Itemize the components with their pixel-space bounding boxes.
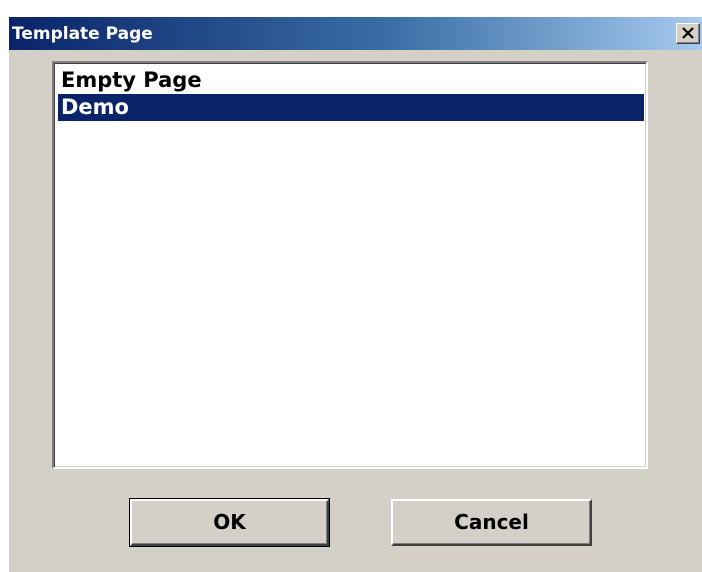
template-listbox[interactable]: Empty Page Demo <box>52 61 648 469</box>
template-list: Empty Page Demo <box>58 67 644 121</box>
title-bar[interactable]: Template Page <box>9 17 702 50</box>
list-item-demo[interactable]: Demo <box>58 94 644 121</box>
ok-button[interactable]: OK <box>129 498 330 547</box>
window-title: Template Page <box>12 24 153 44</box>
template-page-dialog: Template Page Empty Page Demo OK Cancel <box>8 16 702 572</box>
list-item-empty-page[interactable]: Empty Page <box>58 67 644 94</box>
close-icon <box>682 27 694 39</box>
close-button[interactable] <box>676 23 700 44</box>
cancel-button[interactable]: Cancel <box>391 499 592 546</box>
